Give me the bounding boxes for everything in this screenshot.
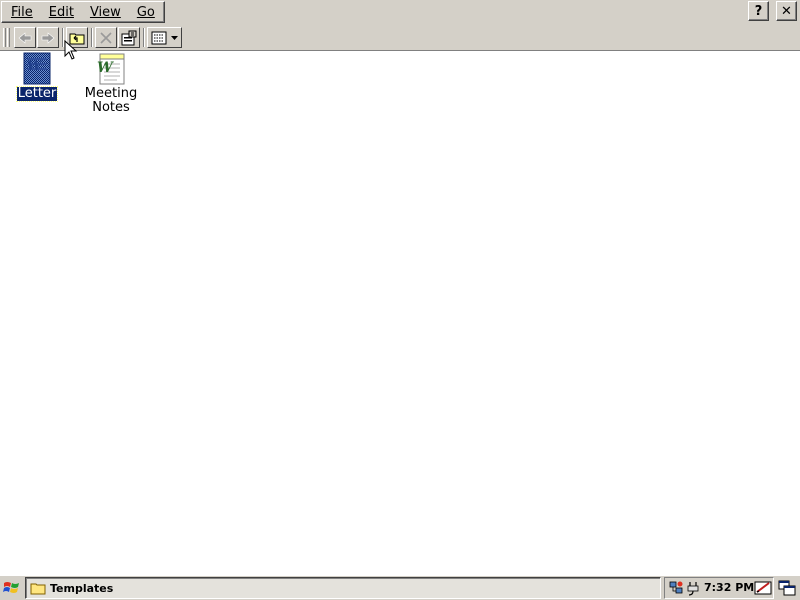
clock[interactable]: 7:32 PM xyxy=(704,581,754,594)
power-plug-icon[interactable] xyxy=(685,580,701,596)
folder-icon xyxy=(30,583,46,595)
menu-file-label: File xyxy=(11,5,33,20)
delete-button[interactable] xyxy=(95,27,117,48)
views-button[interactable] xyxy=(147,27,182,48)
properties-icon xyxy=(121,30,137,45)
cascade-windows-icon xyxy=(778,580,796,596)
taskbar-item-templates[interactable]: Templates xyxy=(25,577,661,599)
toolbar-separator-3 xyxy=(143,28,145,47)
menu-file[interactable]: File xyxy=(3,2,41,22)
chevron-down-icon xyxy=(171,35,178,40)
input-panel-button[interactable] xyxy=(752,577,774,599)
svg-text:W: W xyxy=(27,59,43,74)
network-icon[interactable] xyxy=(668,580,684,596)
view-list-icon xyxy=(151,31,167,44)
delete-x-icon xyxy=(100,31,112,44)
word-document-icon: W xyxy=(19,52,55,86)
back-button[interactable] xyxy=(14,27,36,48)
help-button[interactable]: ? xyxy=(748,1,769,21)
menu-edit-label: Edit xyxy=(48,5,74,20)
explorer-window: File Edit View Go ? ✕ W Letter W Meeting… xyxy=(0,0,800,575)
close-button[interactable]: ✕ xyxy=(776,1,797,21)
taskbar: Templates 7:32 PM xyxy=(0,575,800,600)
menu-bar: File Edit View Go ? ✕ xyxy=(0,0,800,25)
windows-logo-icon xyxy=(3,582,19,593)
toolbar-grip-2[interactable] xyxy=(7,28,10,47)
menu-go-label: Go xyxy=(136,5,155,20)
file-item-letter[interactable]: W Letter xyxy=(2,52,72,102)
toolbar-separator-2 xyxy=(91,28,93,47)
file-label-letter: Letter xyxy=(15,86,59,102)
forward-button[interactable] xyxy=(37,27,59,48)
forward-arrow-icon xyxy=(41,31,55,44)
toolbar-grip[interactable] xyxy=(3,28,6,47)
file-item-meeting-notes[interactable]: W Meeting Notes xyxy=(76,52,146,115)
back-arrow-icon xyxy=(18,31,32,44)
show-desktop-button[interactable] xyxy=(776,577,798,599)
menu-group: File Edit View Go xyxy=(1,1,165,23)
svg-text:W: W xyxy=(97,60,114,76)
menu-view[interactable]: View xyxy=(82,2,129,22)
toolbar xyxy=(0,25,800,51)
properties-button[interactable] xyxy=(118,27,140,48)
file-label-meeting-notes: Meeting Notes xyxy=(84,86,138,115)
mouse-cursor-icon xyxy=(64,40,78,60)
word-document-icon: W xyxy=(93,52,129,86)
menu-go[interactable]: Go xyxy=(129,2,163,22)
start-button[interactable] xyxy=(1,578,23,598)
menu-edit[interactable]: Edit xyxy=(41,2,82,22)
menu-view-label: View xyxy=(89,5,121,20)
taskbar-item-label: Templates xyxy=(50,581,114,595)
pen-input-icon xyxy=(754,581,772,595)
